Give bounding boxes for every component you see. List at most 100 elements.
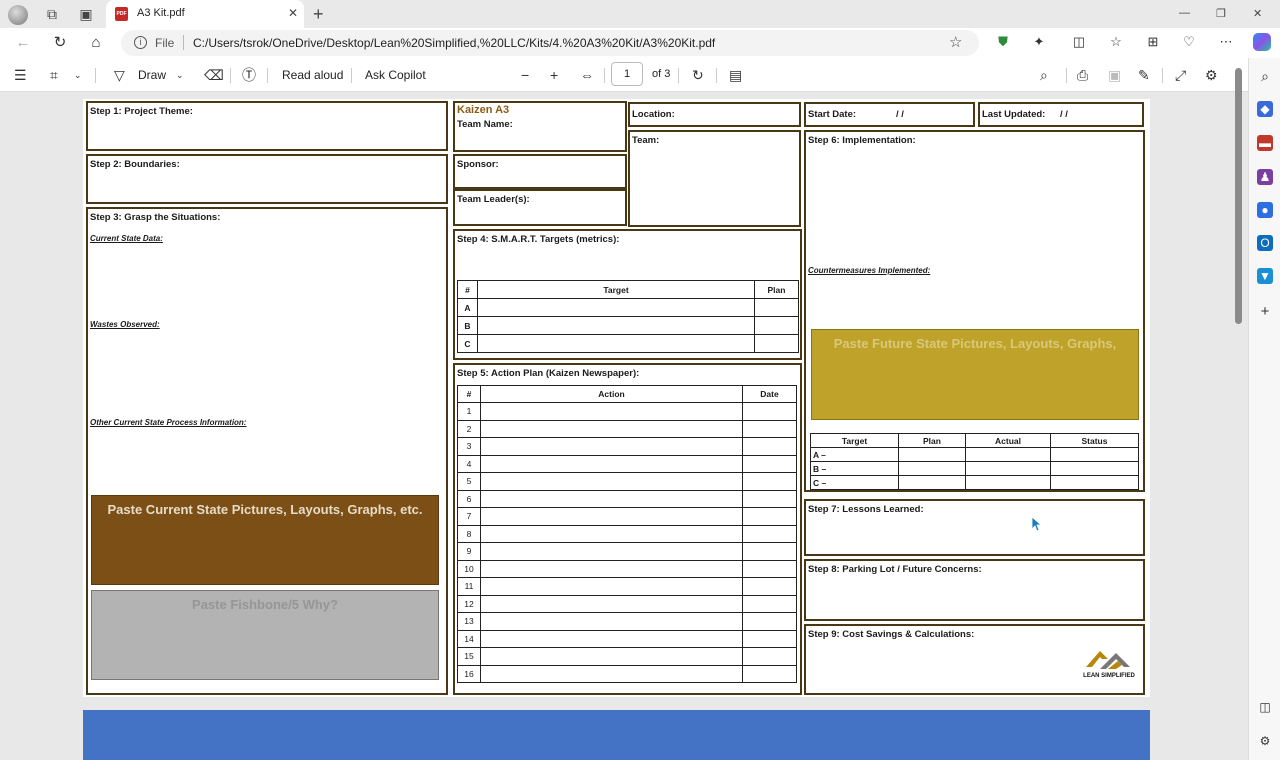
restore-button[interactable]: ❐ xyxy=(1216,7,1226,20)
sidebar-m365-icon[interactable]: ● xyxy=(1257,202,1273,218)
profile-avatar[interactable] xyxy=(8,5,28,25)
settings-icon[interactable]: ⚙ xyxy=(1205,67,1218,83)
action-cell[interactable] xyxy=(480,454,743,473)
health-icon[interactable]: ♡ xyxy=(1181,34,1197,50)
date-cell[interactable] xyxy=(742,629,797,648)
wastes-observed-label: Wastes Observed: xyxy=(90,320,160,329)
date-cell[interactable] xyxy=(742,577,797,596)
step8-label: Step 8: Parking Lot / Future Concerns: xyxy=(808,564,982,575)
date-cell[interactable] xyxy=(742,612,797,631)
sidebar-search-icon[interactable]: ⌕ xyxy=(1257,68,1273,84)
split-screen-icon[interactable]: ◫ xyxy=(1071,34,1087,50)
url-text[interactable]: C:/Users/tsrok/OneDrive/Desktop/Lean%20S… xyxy=(193,36,715,50)
ask-copilot-button[interactable]: Ask Copilot xyxy=(365,68,426,82)
action-cell[interactable] xyxy=(480,629,743,648)
favorites-icon[interactable]: ☆ xyxy=(1108,34,1124,50)
more-menu-icon[interactable]: ⋯ xyxy=(1218,34,1234,50)
step2-label: Step 2: Boundaries: xyxy=(90,159,180,170)
date-cell[interactable] xyxy=(742,419,797,438)
action-cell[interactable] xyxy=(480,472,743,491)
action-row-number: 7 xyxy=(457,507,481,526)
step4-header-num: # xyxy=(457,280,478,299)
date-cell[interactable] xyxy=(742,472,797,491)
save-icon[interactable]: ▣ xyxy=(1108,67,1121,83)
date-cell[interactable] xyxy=(742,542,797,561)
last-updated-value[interactable]: / / xyxy=(1060,109,1068,120)
print-icon[interactable]: ⎙ xyxy=(1077,67,1088,83)
page-number-input[interactable]: 1 xyxy=(611,62,643,86)
action-cell[interactable] xyxy=(480,577,743,596)
scrollbar-thumb[interactable] xyxy=(1235,68,1242,324)
home-icon[interactable]: ⌂ xyxy=(87,34,105,52)
date-cell[interactable] xyxy=(742,664,797,683)
action-cell[interactable] xyxy=(480,647,743,666)
vertical-tabs-icon[interactable]: ▣ xyxy=(78,6,94,22)
zoom-in-icon[interactable]: + xyxy=(550,67,558,83)
action-cell[interactable] xyxy=(480,437,743,456)
date-cell[interactable] xyxy=(742,559,797,578)
action-cell[interactable] xyxy=(480,489,743,508)
date-cell[interactable] xyxy=(742,524,797,543)
add-text-icon[interactable]: Ⓣ xyxy=(242,67,256,83)
action-cell[interactable] xyxy=(480,594,743,613)
pdf-viewport[interactable]: Step 1: Project Theme: Step 2: Boundarie… xyxy=(0,92,1232,760)
sidebar-hide-icon[interactable]: ◫ xyxy=(1257,699,1273,715)
highlight-icon[interactable]: ⌗ xyxy=(50,67,58,83)
zoom-out-icon[interactable]: − xyxy=(521,67,529,83)
minimize-button[interactable]: — xyxy=(1179,7,1190,19)
close-window-button[interactable]: ✕ xyxy=(1253,7,1262,20)
address-bar[interactable]: i File C:/Users/tsrok/OneDrive/Desktop/L… xyxy=(121,30,979,56)
tab-close-button[interactable]: ✕ xyxy=(288,6,298,20)
draw-dropdown-icon[interactable]: ⌄ xyxy=(176,67,184,83)
action-cell[interactable] xyxy=(480,612,743,631)
eraser-icon[interactable]: ⌫ xyxy=(204,67,224,83)
search-icon[interactable]: ⌕ xyxy=(1040,67,1048,83)
sidebar-outlook-icon[interactable]: O xyxy=(1257,235,1273,251)
action-cell[interactable] xyxy=(480,559,743,578)
refresh-icon[interactable]: ↻ xyxy=(51,34,69,52)
tab-a3-kit[interactable]: PDF A3 Kit.pdf ✕ xyxy=(106,0,304,28)
fullscreen-icon[interactable]: ⤢ xyxy=(1175,67,1186,83)
step8-box: Step 8: Parking Lot / Future Concerns: xyxy=(804,559,1145,621)
step4-header-plan: Plan xyxy=(754,280,799,299)
read-aloud-button[interactable]: Read aloud xyxy=(282,68,343,82)
highlight-dropdown-icon[interactable]: ⌄ xyxy=(74,67,82,83)
workspaces-icon[interactable]: ⧉ xyxy=(44,6,60,22)
action-cell[interactable] xyxy=(480,524,743,543)
date-cell[interactable] xyxy=(742,647,797,666)
date-cell[interactable] xyxy=(742,437,797,456)
fit-page-icon[interactable]: ⇔ xyxy=(580,67,594,83)
sidebar-add-icon[interactable]: + xyxy=(1257,304,1273,320)
action-cell[interactable] xyxy=(480,507,743,526)
draw-button[interactable]: Draw xyxy=(138,68,166,82)
start-date-value[interactable]: / / xyxy=(896,109,904,120)
favorite-star-icon[interactable]: ☆ xyxy=(949,33,962,51)
draw-icon[interactable]: ▽ xyxy=(114,67,125,83)
sidebar-settings-icon[interactable]: ⚙ xyxy=(1257,733,1273,749)
sidebar-shopping-icon[interactable]: ◆ xyxy=(1257,101,1273,117)
browser-essentials-icon[interactable]: ⛊ xyxy=(995,34,1011,50)
sidebar-tools-icon[interactable]: ▬ xyxy=(1257,135,1273,151)
action-cell[interactable] xyxy=(480,664,743,683)
extensions-icon[interactable]: ✦ xyxy=(1031,34,1047,50)
date-cell[interactable] xyxy=(742,402,797,421)
collections-icon[interactable]: ⊞ xyxy=(1145,34,1161,50)
new-tab-button[interactable]: + xyxy=(313,4,324,25)
sidebar-drop-icon[interactable]: ▼ xyxy=(1257,268,1273,284)
date-cell[interactable] xyxy=(742,489,797,508)
date-cell[interactable] xyxy=(742,454,797,473)
copilot-icon[interactable] xyxy=(1253,33,1271,51)
action-cell[interactable] xyxy=(480,419,743,438)
rotate-icon[interactable]: ↻ xyxy=(692,67,704,83)
action-cell[interactable] xyxy=(480,402,743,421)
date-cell[interactable] xyxy=(742,507,797,526)
sidebar-games-icon[interactable]: ♟ xyxy=(1257,169,1273,185)
back-icon[interactable]: ← xyxy=(14,34,32,52)
page-view-icon[interactable]: ▤ xyxy=(729,67,742,83)
date-cell[interactable] xyxy=(742,594,797,613)
vertical-scrollbar[interactable] xyxy=(1232,68,1246,760)
info-icon[interactable]: i xyxy=(134,36,147,49)
save-as-icon[interactable]: ✎ xyxy=(1138,67,1150,83)
action-cell[interactable] xyxy=(480,542,743,561)
contents-list-icon[interactable]: ☰ xyxy=(14,67,27,83)
